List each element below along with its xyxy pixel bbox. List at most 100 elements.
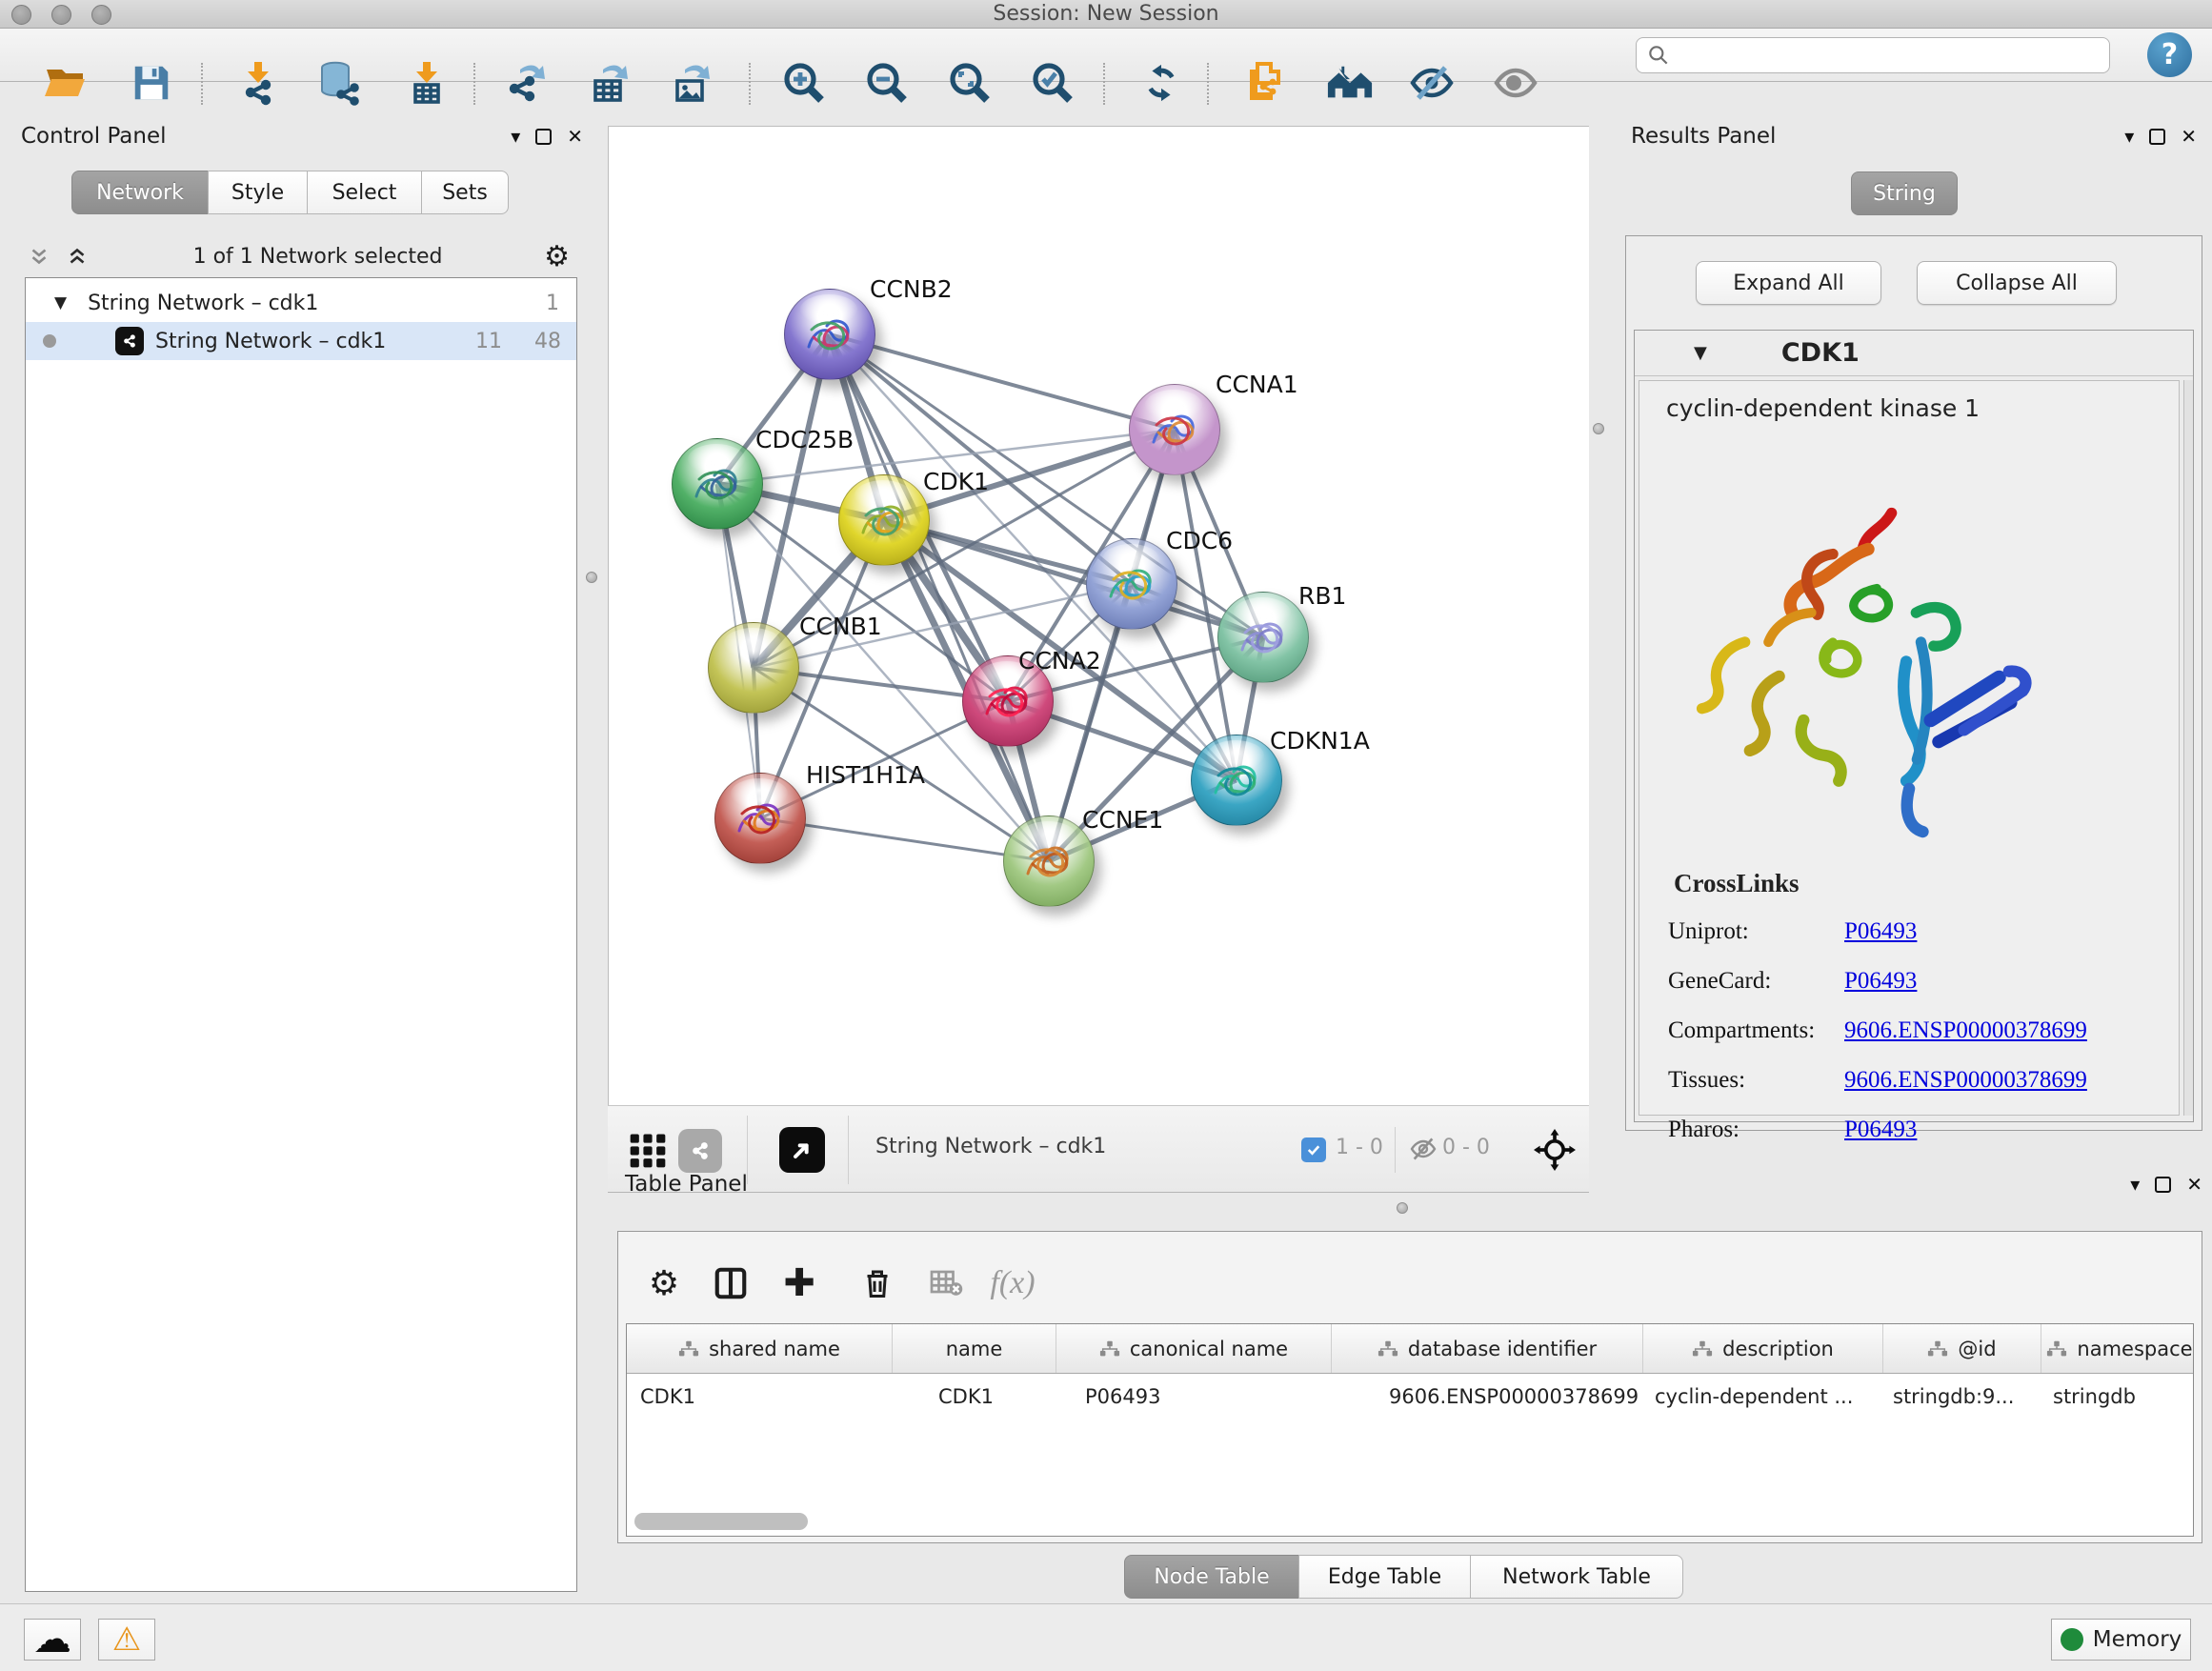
close-window-icon[interactable] [11,5,31,25]
zoom-in-button[interactable] [780,59,828,107]
network-node-CDK1[interactable] [838,474,930,566]
results-panel-menu-icon[interactable]: ▾ [2124,125,2134,148]
control-panel-float-icon[interactable] [535,129,552,145]
import-network-database-button[interactable] [315,59,363,107]
tab-network[interactable]: Network [71,171,209,214]
import-network-file-button[interactable] [234,59,282,107]
save-session-button[interactable] [128,59,175,107]
gene-section-header[interactable]: ▼ CDK1 [1635,331,2193,376]
tab-network-table[interactable]: Network Table [1470,1555,1683,1599]
column-header-canonical-name[interactable]: canonical name [1056,1324,1332,1373]
memory-button[interactable]: Memory [2051,1619,2191,1661]
network-node-RB1[interactable] [1217,592,1309,683]
network-canvas[interactable]: CCNB2CCNA1CDC25BCDK1CDC6RB1CCNB1CCNA2CDK… [608,126,1589,1105]
help-button[interactable]: ? [2147,32,2192,77]
network-node-CCNA1[interactable] [1129,384,1220,475]
column-header-@id[interactable]: @id [1883,1324,2041,1373]
table-row[interactable]: CDK1CDK1P064939606.ENSP00000378699cyclin… [627,1374,2193,1419]
show-all-button[interactable] [1492,59,1539,107]
network-node-CCNB1[interactable] [708,622,799,714]
table-cell[interactable]: cyclin-dependent ... [1643,1385,1883,1408]
control-panel-menu-icon[interactable]: ▾ [511,125,520,148]
status-bar: ☁ ⚠ Memory [0,1603,2212,1671]
results-scrollbar[interactable] [2183,380,2193,1116]
zoom-out-button[interactable] [863,59,911,107]
delete-column-trash-icon[interactable] [853,1258,902,1308]
left-splitter-handle[interactable] [586,572,597,583]
string-results-box: Expand All Collapse All ▼ CDK1 cyclin-de… [1625,235,2202,1131]
table-cell[interactable]: 9606.ENSP00000378699 [1332,1385,1643,1408]
table-cell[interactable]: P06493 [1056,1385,1332,1408]
table-hscrollbar[interactable] [634,1513,808,1530]
show-columns-icon[interactable] [706,1258,755,1308]
column-header-database-identifier[interactable]: database identifier [1332,1324,1643,1373]
results-panel-float-icon[interactable] [2149,129,2165,145]
right-splitter-handle[interactable] [1593,423,1604,434]
network-view-share-icon[interactable] [678,1129,722,1173]
update-button[interactable] [1137,59,1185,107]
control-panel-title: Control Panel [21,124,167,149]
export-table-button[interactable] [587,59,634,107]
open-in-window-icon[interactable] [779,1127,825,1173]
table-cell[interactable]: CDK1 [627,1385,893,1408]
network-node-CDC25B[interactable] [672,438,763,530]
clone-network-button[interactable] [1243,59,1291,107]
expand-all-button[interactable]: Expand All [1696,261,1881,305]
collapse-all-button[interactable]: Collapse All [1917,261,2117,305]
network-node-CDKN1A[interactable] [1191,735,1282,826]
column-header-shared-name[interactable]: shared name [627,1324,893,1373]
export-image-button[interactable] [669,59,716,107]
control-panel-close-icon[interactable]: ✕ [567,125,583,148]
zoom-window-icon[interactable] [91,5,111,25]
zoom-fit-button[interactable] [946,59,994,107]
collapse-all-icon[interactable] [25,244,53,269]
create-column-plus-icon[interactable]: ✚ [774,1258,824,1308]
first-neighbors-button[interactable] [1326,59,1374,107]
crosslink-link[interactable]: 9606.ENSP00000378699 [1844,1017,2087,1044]
network-row[interactable]: String Network – cdk1 11 48 [26,322,576,360]
network-options-gear-icon[interactable]: ⚙ [544,240,570,273]
search-input[interactable] [1636,37,2110,73]
column-header-name[interactable]: name [893,1324,1056,1373]
node-table: shared namenamecanonical namedatabase id… [626,1323,2194,1537]
selected-checkbox-icon[interactable] [1301,1137,1326,1162]
automation-cloud-button[interactable]: ☁ [24,1619,81,1661]
open-session-button[interactable] [42,59,90,107]
table-panel-float-icon[interactable] [2155,1177,2171,1193]
hide-selected-button[interactable] [1408,59,1456,107]
crosslink-link[interactable]: P06493 [1844,1117,1917,1143]
crosslink-link[interactable]: P06493 [1844,968,1917,995]
export-network-button[interactable] [504,59,552,107]
table-cell[interactable]: CDK1 [893,1385,1056,1408]
import-table-button[interactable] [403,59,451,107]
expand-all-icon[interactable] [63,244,91,269]
results-panel-close-icon[interactable]: ✕ [2181,125,2197,148]
tab-style[interactable]: Style [208,171,308,214]
table-panel-close-icon[interactable]: ✕ [2186,1173,2202,1196]
warnings-button[interactable]: ⚠ [98,1619,155,1661]
collection-expand-icon[interactable]: ▼ [54,293,67,312]
column-header-namespace[interactable]: namespace [2041,1324,2194,1373]
tab-select[interactable]: Select [307,171,422,214]
tab-string[interactable]: String [1851,171,1958,215]
tab-node-table[interactable]: Node Table [1124,1555,1299,1599]
protein-structure-image [1681,495,2053,867]
minimize-window-icon[interactable] [51,5,71,25]
table-settings-gear-icon[interactable]: ⚙ [639,1258,689,1308]
network-collection-row[interactable]: ▼ String Network – cdk1 1 [26,284,576,322]
table-cell[interactable]: stringdb [2041,1385,2194,1408]
horizontal-splitter-handle[interactable] [1397,1202,1408,1214]
column-header-description[interactable]: description [1643,1324,1883,1373]
table-cell[interactable]: stringdb:9... [1883,1385,2041,1408]
network-node-CDC6[interactable] [1086,538,1177,630]
tab-edge-table[interactable]: Edge Table [1298,1555,1471,1599]
network-node-HIST1H1A[interactable] [714,773,806,864]
crosslink-link[interactable]: P06493 [1844,918,1917,945]
network-node-CCNB2[interactable] [784,289,875,380]
zoom-selected-button[interactable] [1029,59,1076,107]
crosslink-link[interactable]: 9606.ENSP00000378699 [1844,1067,2087,1094]
gene-collapse-icon[interactable]: ▼ [1694,343,1707,363]
table-panel-menu-icon[interactable]: ▾ [2130,1173,2140,1196]
network-node-CCNE1[interactable] [1003,815,1095,907]
tab-sets[interactable]: Sets [421,171,509,214]
